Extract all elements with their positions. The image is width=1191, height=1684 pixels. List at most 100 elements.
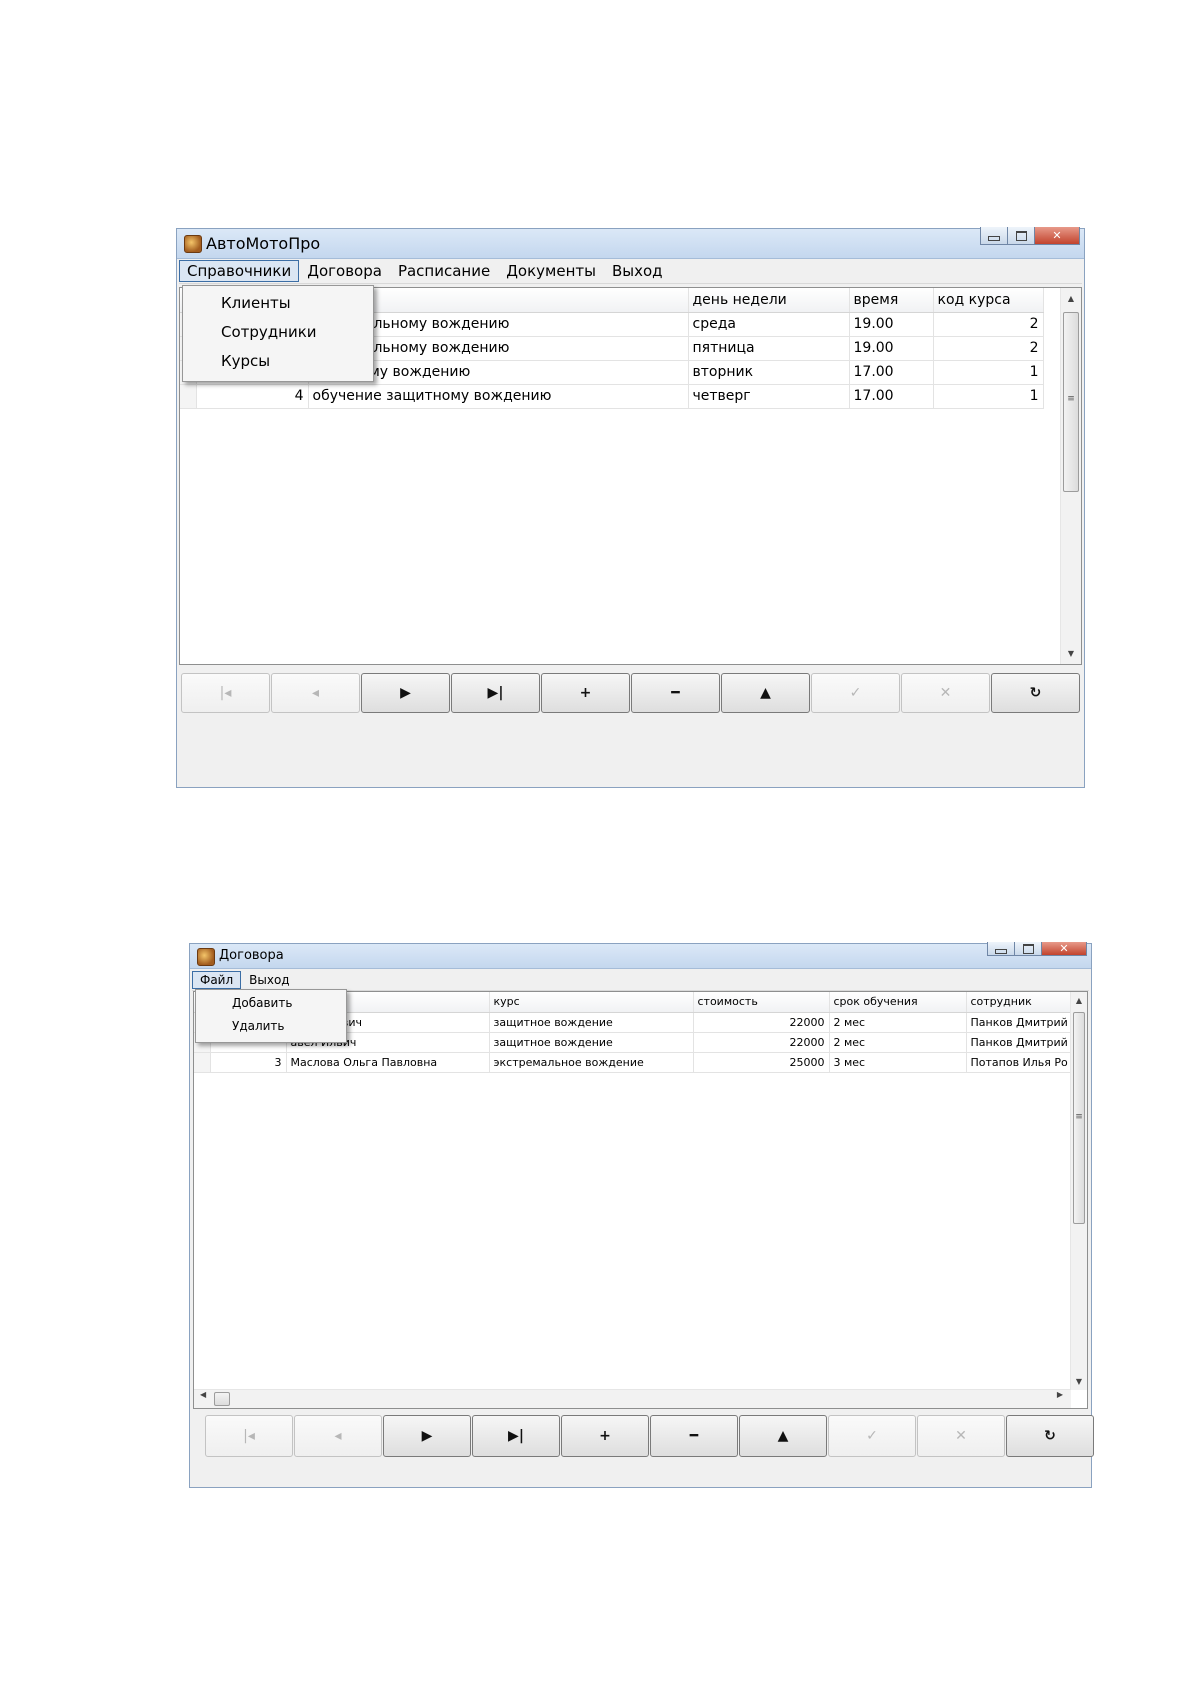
edit-record-button[interactable]: ▲ xyxy=(739,1415,827,1457)
maximize-icon[interactable] xyxy=(1014,942,1042,956)
cell-client[interactable]: Маслова Ольга Павловна xyxy=(286,1052,490,1073)
vertical-scrollbar[interactable]: ▲ ≡ ▼ xyxy=(1060,288,1081,664)
cell-course[interactable]: обучение защитному вождению xyxy=(308,384,689,409)
refresh-button[interactable]: ↻ xyxy=(1006,1415,1094,1457)
scroll-up-icon[interactable]: ▲ xyxy=(1071,996,1087,1005)
cell-number[interactable]: 4 xyxy=(196,384,309,409)
hscroll-thumb[interactable] xyxy=(214,1392,230,1406)
cell-course-code[interactable]: 1 xyxy=(933,360,1044,385)
cell-price[interactable]: 22000 xyxy=(693,1012,830,1033)
horizontal-scrollbar[interactable]: ◀ ▶ xyxy=(194,1389,1071,1408)
table-row[interactable]: 3 Маслова Ольга Павловна экстремальное в… xyxy=(194,1052,1073,1073)
scroll-up-icon[interactable]: ▲ xyxy=(1061,294,1081,303)
cancel-record-button[interactable]: ✕ xyxy=(917,1415,1005,1457)
insert-record-button[interactable]: + xyxy=(541,673,630,713)
menu-exit[interactable]: Выход xyxy=(604,260,671,282)
maximize-icon[interactable] xyxy=(1007,227,1035,245)
row-indicator[interactable] xyxy=(194,1052,211,1073)
cell-course-code[interactable]: 1 xyxy=(933,384,1044,409)
minimize-icon[interactable] xyxy=(987,942,1015,956)
menu-file[interactable]: Файл xyxy=(192,970,242,989)
delete-record-button[interactable]: ━ xyxy=(650,1415,738,1457)
vertical-scrollbar[interactable]: ▲ ≡ ▼ xyxy=(1070,992,1087,1390)
cell-time[interactable]: 17.00 xyxy=(849,384,934,409)
cell-course[interactable]: защитное вождение xyxy=(489,1032,694,1053)
cell-duration[interactable]: 3 мес xyxy=(829,1052,967,1073)
cell-employee[interactable]: Панков Дмитрий xyxy=(966,1032,1073,1053)
post-record-button[interactable]: ✓ xyxy=(828,1415,916,1457)
last-record-button[interactable]: ▶| xyxy=(472,1415,560,1457)
first-record-button[interactable]: |◂ xyxy=(205,1415,293,1457)
cell-duration[interactable]: 2 мес xyxy=(829,1032,967,1053)
cell-employee[interactable]: Панков Дмитрий xyxy=(966,1012,1073,1033)
col-price-header[interactable]: стоимость xyxy=(693,992,830,1013)
cell-time[interactable]: 19.00 xyxy=(849,312,934,337)
cell-weekday[interactable]: пятница xyxy=(688,336,850,361)
prior-record-button[interactable]: ◂ xyxy=(294,1415,382,1457)
refresh-button[interactable]: ↻ xyxy=(991,673,1080,713)
cell-price[interactable]: 25000 xyxy=(693,1052,830,1073)
edit-record-button[interactable]: ▲ xyxy=(721,673,810,713)
delete-record-button[interactable]: ━ xyxy=(631,673,720,713)
contracts-grid: курс стоимость срок обучения сотрудник е… xyxy=(193,991,1088,1409)
cell-weekday[interactable]: четверг xyxy=(688,384,850,409)
cell-course[interactable]: экстремальное вождение xyxy=(489,1052,694,1073)
col-time-header[interactable]: время xyxy=(849,288,934,313)
post-record-button[interactable]: ✓ xyxy=(811,673,900,713)
minimize-icon[interactable] xyxy=(980,227,1008,245)
next-record-button[interactable]: ▶ xyxy=(383,1415,471,1457)
menu-bar: Справочники Договора Расписание Документ… xyxy=(179,259,1082,284)
menu-item-add[interactable]: Добавить xyxy=(232,996,292,1010)
close-icon[interactable]: ✕ xyxy=(1034,227,1080,245)
cell-time[interactable]: 17.00 xyxy=(849,360,934,385)
col-employee-header[interactable]: сотрудник xyxy=(966,992,1073,1013)
col-duration-header[interactable]: срок обучения xyxy=(829,992,967,1013)
grip-icon: ≡ xyxy=(1067,394,1075,404)
cell-weekday[interactable]: вторник xyxy=(688,360,850,385)
cancel-icon: ✕ xyxy=(939,685,952,701)
cell-employee[interactable]: Потапов Илья Ро xyxy=(966,1052,1073,1073)
col-course-header[interactable]: курс xyxy=(489,992,694,1013)
cell-time[interactable]: 19.00 xyxy=(849,336,934,361)
first-record-button[interactable]: |◂ xyxy=(181,673,270,713)
cell-course-code[interactable]: 2 xyxy=(933,312,1044,337)
menu-item-clients[interactable]: Клиенты xyxy=(221,294,291,312)
app-icon xyxy=(197,948,215,966)
cancel-record-button[interactable]: ✕ xyxy=(901,673,990,713)
menu-item-employees[interactable]: Сотрудники xyxy=(221,323,317,341)
app-icon xyxy=(184,235,202,253)
close-icon[interactable]: ✕ xyxy=(1041,942,1087,956)
cell-course[interactable]: защитное вождение xyxy=(489,1012,694,1033)
menu-directories[interactable]: Справочники xyxy=(179,260,300,282)
prior-icon: ◂ xyxy=(334,1428,342,1444)
scroll-down-icon[interactable]: ▼ xyxy=(1061,649,1081,658)
cell-weekday[interactable]: среда xyxy=(688,312,850,337)
scroll-down-icon[interactable]: ▼ xyxy=(1071,1377,1087,1386)
prior-record-button[interactable]: ◂ xyxy=(271,673,360,713)
edit-icon: ▲ xyxy=(777,1428,789,1444)
insert-record-button[interactable]: + xyxy=(561,1415,649,1457)
col-course-code-header[interactable]: код курса xyxy=(933,288,1044,313)
menu-documents[interactable]: Документы xyxy=(498,260,604,282)
col-weekday-header[interactable]: день недели xyxy=(688,288,850,313)
db-navigator: |◂ ◂ ▶ ▶| + ━ ▲ ✓ ✕ ↻ xyxy=(181,673,1081,713)
scroll-thumb[interactable]: ≡ xyxy=(1073,1012,1085,1224)
cell-duration[interactable]: 2 мес xyxy=(829,1012,967,1033)
scroll-left-icon[interactable]: ◀ xyxy=(200,1390,206,1399)
table-row[interactable]: 4 обучение защитному вождению четверг 17… xyxy=(180,384,1044,409)
last-record-button[interactable]: ▶| xyxy=(451,673,540,713)
cell-number[interactable]: 3 xyxy=(210,1052,287,1073)
menu-contracts[interactable]: Договора xyxy=(299,260,390,282)
plus-icon: + xyxy=(599,1428,611,1444)
next-record-button[interactable]: ▶ xyxy=(361,673,450,713)
row-indicator[interactable] xyxy=(180,384,197,409)
menu-exit[interactable]: Выход xyxy=(241,971,297,989)
scroll-thumb[interactable]: ≡ xyxy=(1063,312,1079,492)
scroll-right-icon[interactable]: ▶ xyxy=(1057,1390,1063,1399)
cell-course-code[interactable]: 2 xyxy=(933,336,1044,361)
menu-item-delete[interactable]: Удалить xyxy=(232,1019,285,1033)
menu-item-courses[interactable]: Курсы xyxy=(221,352,270,370)
refresh-icon: ↻ xyxy=(1044,1428,1056,1444)
menu-schedule[interactable]: Расписание xyxy=(390,260,498,282)
cell-price[interactable]: 22000 xyxy=(693,1032,830,1053)
